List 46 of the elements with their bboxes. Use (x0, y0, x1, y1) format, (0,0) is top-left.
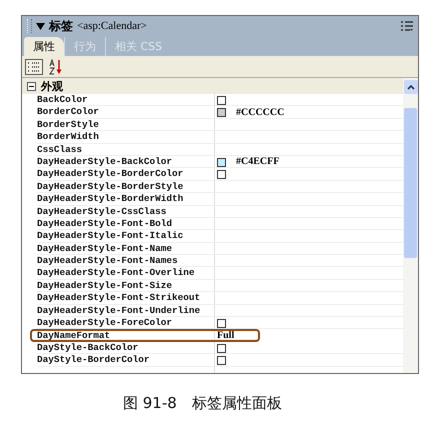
figure-caption: 图 91-8 标签属性面板 (123, 394, 283, 413)
property-name[interactable]: DayHeaderStyle-Font-Bold (37, 218, 214, 230)
color-swatch[interactable] (217, 108, 226, 118)
color-swatch[interactable] (217, 158, 226, 167)
collapse-icon[interactable] (27, 82, 36, 90)
property-name[interactable]: DayNameFormat (37, 331, 214, 340)
property-name[interactable]: DayHeaderStyle-Font-Overline (37, 267, 214, 280)
panel-title: 标签 (49, 18, 73, 34)
color-swatch[interactable] (217, 356, 226, 365)
property-name[interactable]: BackColor (37, 94, 214, 106)
property-name[interactable]: BorderColor (37, 106, 214, 119)
panel-menu-icon[interactable] (401, 20, 413, 32)
scroll-up-icon[interactable] (404, 80, 418, 94)
color-swatch[interactable] (217, 318, 226, 328)
property-name[interactable]: DayHeaderStyle-Font-Italic (37, 230, 214, 243)
category-view-icon[interactable] (25, 58, 43, 74)
property-name[interactable]: DayHeaderStyle-Font-Size (37, 280, 214, 292)
scrollbar[interactable] (403, 78, 418, 373)
property-name[interactable]: DayHeaderStyle-CssClass (37, 206, 214, 218)
property-name[interactable]: BorderStyle (37, 118, 214, 132)
property-value: #C4ECFF (236, 156, 280, 168)
sort-az-icon[interactable] (49, 58, 63, 74)
property-name[interactable]: DayHeaderStyle-Font-Names (37, 255, 214, 268)
property-name[interactable]: DayStyle-BackColor (37, 342, 214, 354)
property-name[interactable]: DayHeaderStyle-BackColor (37, 156, 214, 168)
color-swatch[interactable] (217, 96, 226, 105)
property-name[interactable]: BorderWidth (37, 131, 214, 144)
property-name[interactable]: DayHeaderStyle-BorderColor (37, 168, 214, 181)
panel-subtitle: <asp:Calendar> (77, 20, 147, 32)
panel-tab[interactable]: 属性 (24, 37, 64, 56)
property-name[interactable]: DayHeaderStyle-Font-Underline (37, 304, 214, 318)
grip-icon (27, 19, 32, 33)
property-name[interactable]: DayHeaderStyle-Font-Name (37, 242, 214, 256)
property-name[interactable]: DayHeaderStyle-BorderWidth (37, 193, 214, 206)
property-name[interactable]: DayHeaderStyle-BorderStyle (37, 180, 214, 194)
property-name[interactable]: DayHeaderStyle-ForeColor (37, 317, 214, 330)
property-name[interactable]: CssClass (37, 144, 214, 156)
property-value: Full (217, 331, 234, 340)
color-swatch[interactable] (217, 170, 226, 180)
color-swatch[interactable] (217, 344, 226, 352)
scroll-thumb[interactable] (404, 108, 417, 258)
category-label: 外观 (41, 78, 63, 94)
collapse-triangle-icon[interactable] (36, 22, 45, 30)
property-name[interactable]: DayHeaderStyle-Font-Strikeout (37, 292, 214, 305)
property-value: #CCCCCC (236, 106, 284, 119)
property-name[interactable]: DayStyle-BorderColor (37, 354, 214, 367)
